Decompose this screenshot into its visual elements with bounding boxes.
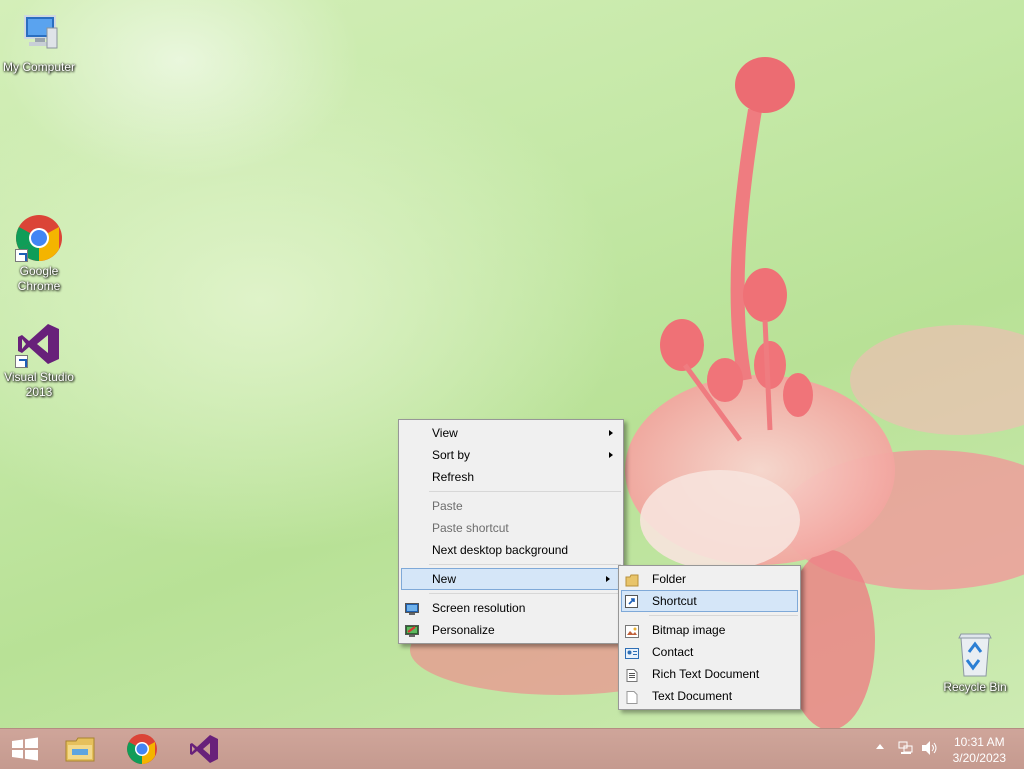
menu-item-label: Contact bbox=[652, 645, 694, 659]
menu-item-sort-by[interactable]: Sort by bbox=[399, 444, 623, 466]
chrome-icon bbox=[15, 214, 63, 262]
desktop-icon-label: My Computer bbox=[2, 60, 76, 74]
file-explorer-icon bbox=[65, 737, 95, 762]
menu-item-label: Rich Text Document bbox=[652, 667, 760, 681]
menu-item-new-shortcut[interactable]: Shortcut bbox=[621, 590, 798, 612]
menu-item-label: Refresh bbox=[432, 470, 475, 484]
menu-item-new[interactable]: New bbox=[401, 568, 621, 590]
menu-item-paste: Paste bbox=[399, 495, 623, 517]
menu-separator bbox=[649, 615, 798, 616]
personalize-icon bbox=[405, 623, 419, 637]
menu-item-new-text-document[interactable]: Text Document bbox=[619, 685, 800, 707]
menu-item-view[interactable]: View bbox=[399, 422, 623, 444]
taskbar-file-explorer[interactable] bbox=[64, 733, 96, 765]
new-submenu: Folder Shortcut Bitmap image Contact Ric… bbox=[618, 565, 801, 710]
show-hidden-icons-button[interactable] bbox=[876, 744, 884, 749]
clock-date: 3/20/2023 bbox=[952, 751, 1006, 765]
menu-item-label: Paste shortcut bbox=[432, 521, 509, 535]
desktop[interactable]: My Computer Google Chrome Visual Studio … bbox=[0, 0, 1024, 728]
visual-studio-icon bbox=[190, 735, 218, 763]
menu-item-label: Bitmap image bbox=[652, 623, 726, 637]
screen-resolution-icon bbox=[405, 601, 419, 615]
chrome-icon bbox=[127, 734, 157, 764]
shortcut-arrow-icon bbox=[15, 355, 28, 368]
desktop-icon-visual-studio[interactable]: Visual Studio 2013 bbox=[0, 320, 78, 400]
taskbar: 10:31 AM 3/20/2023 bbox=[0, 728, 1024, 769]
menu-item-label: Screen resolution bbox=[432, 601, 526, 615]
menu-item-label: Sort by bbox=[432, 448, 471, 462]
visual-studio-icon bbox=[15, 320, 63, 368]
desktop-icon-recycle-bin[interactable]: Recycle Bin bbox=[936, 630, 1014, 695]
submenu-arrow-icon bbox=[609, 430, 613, 436]
clock[interactable]: 10:31 AM 3/20/2023 bbox=[953, 734, 1006, 766]
rich-text-icon bbox=[625, 667, 639, 682]
menu-item-label: View bbox=[432, 426, 458, 440]
shortcut-icon bbox=[625, 594, 639, 608]
menu-item-new-folder[interactable]: Folder bbox=[619, 568, 800, 590]
bitmap-icon bbox=[625, 623, 639, 638]
volume-icon[interactable] bbox=[921, 740, 939, 756]
desktop-icon-my-computer[interactable]: My Computer bbox=[0, 10, 78, 75]
submenu-arrow-icon bbox=[609, 452, 613, 458]
menu-item-new-bitmap-image[interactable]: Bitmap image bbox=[619, 619, 800, 641]
folder-icon bbox=[625, 572, 639, 587]
desktop-icon-label: Visual Studio 2013 bbox=[4, 370, 74, 399]
menu-item-label: Text Document bbox=[652, 689, 733, 703]
clock-time: 10:31 AM bbox=[953, 735, 1005, 749]
recycle-bin-icon bbox=[951, 630, 999, 678]
menu-separator bbox=[429, 564, 621, 565]
contact-icon bbox=[625, 645, 639, 659]
menu-item-paste-shortcut: Paste shortcut bbox=[399, 517, 623, 539]
menu-separator bbox=[429, 491, 621, 492]
shortcut-arrow-icon bbox=[15, 249, 28, 262]
desktop-icon-label: Google Chrome bbox=[17, 264, 61, 293]
computer-icon bbox=[15, 10, 63, 58]
menu-item-label: Shortcut bbox=[652, 594, 697, 608]
desktop-context-menu: View Sort by Refresh Paste Paste shortcu… bbox=[398, 419, 624, 644]
desktop-icon-google-chrome[interactable]: Google Chrome bbox=[0, 214, 78, 294]
network-icon[interactable] bbox=[898, 741, 914, 755]
menu-item-label: Folder bbox=[652, 572, 687, 586]
start-icon bbox=[12, 737, 38, 761]
menu-item-label: Personalize bbox=[432, 623, 495, 637]
submenu-arrow-icon bbox=[606, 576, 610, 582]
menu-item-new-rich-text-document[interactable]: Rich Text Document bbox=[619, 663, 800, 685]
menu-item-screen-resolution[interactable]: Screen resolution bbox=[399, 597, 623, 619]
menu-item-new-contact[interactable]: Contact bbox=[619, 641, 800, 663]
text-document-icon bbox=[625, 689, 639, 704]
menu-item-personalize[interactable]: Personalize bbox=[399, 619, 623, 641]
taskbar-visual-studio[interactable] bbox=[188, 733, 220, 765]
menu-item-label: New bbox=[432, 572, 457, 586]
menu-item-refresh[interactable]: Refresh bbox=[399, 466, 623, 488]
start-button[interactable] bbox=[9, 733, 41, 765]
menu-item-label: Paste bbox=[432, 499, 463, 513]
taskbar-chrome[interactable] bbox=[126, 733, 158, 765]
menu-separator bbox=[429, 593, 621, 594]
menu-item-next-desktop-background[interactable]: Next desktop background bbox=[399, 539, 623, 561]
menu-item-label: Next desktop background bbox=[432, 543, 569, 557]
desktop-icon-label: Recycle Bin bbox=[943, 680, 1007, 694]
